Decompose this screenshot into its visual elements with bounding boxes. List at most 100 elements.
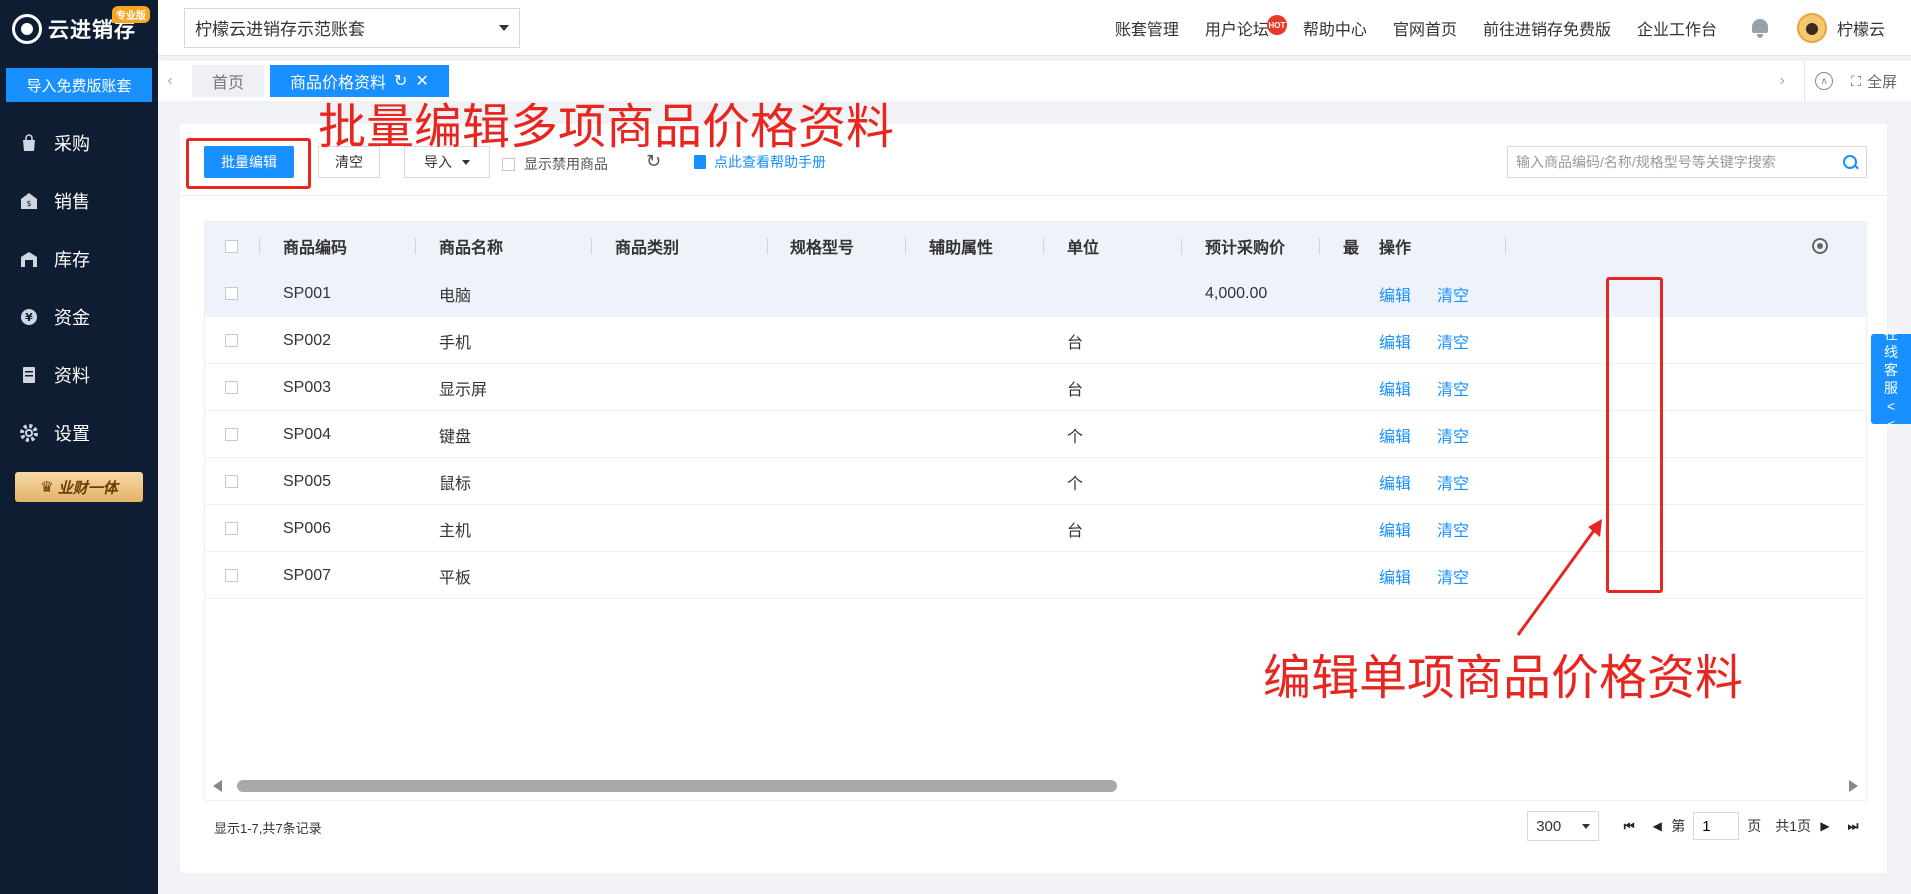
checkbox[interactable] bbox=[225, 239, 238, 253]
promo-banner[interactable]: ♛ 业财一体 bbox=[15, 472, 143, 502]
edit-link[interactable]: 编辑 bbox=[1379, 270, 1411, 317]
page-number-input[interactable] bbox=[1693, 812, 1740, 840]
clear-link[interactable]: 清空 bbox=[1437, 270, 1469, 317]
edit-link[interactable]: 编辑 bbox=[1379, 552, 1411, 599]
tabs-bar: ‹ 首页 商品价格资料 ↻ ✕ › ∧ ⛶ 全屏 bbox=[158, 61, 1911, 101]
link-user-forum-label: 用户论坛 bbox=[1204, 22, 1269, 39]
divider bbox=[415, 238, 416, 254]
online-service-tab[interactable]: 在线客服<< bbox=[1871, 326, 1911, 432]
sidebar-item-sales[interactable]: $ 销售 bbox=[0, 172, 158, 230]
caret-down-icon bbox=[462, 159, 470, 165]
header-name[interactable]: 商品名称 bbox=[439, 222, 503, 270]
clear-link[interactable]: 清空 bbox=[1437, 364, 1469, 411]
column-settings-gear-icon[interactable] bbox=[1812, 238, 1828, 254]
page-size-select[interactable]: 300 bbox=[1527, 811, 1600, 841]
header-unit[interactable]: 单位 bbox=[1067, 222, 1099, 270]
chevron-down-icon bbox=[1582, 824, 1591, 829]
next-page-icon[interactable]: ▶ bbox=[1817, 818, 1833, 834]
clear-link[interactable]: 清空 bbox=[1437, 317, 1469, 364]
help-manual-link[interactable]: 点此查看帮助手册 bbox=[694, 152, 826, 172]
row-checkbox[interactable] bbox=[225, 475, 238, 488]
link-enterprise-workbench[interactable]: 企业工作台 bbox=[1637, 16, 1717, 40]
search-icon[interactable] bbox=[1840, 152, 1860, 172]
sidebar-item-purchase[interactable]: 采购 bbox=[0, 114, 158, 172]
row-checkbox[interactable] bbox=[225, 569, 238, 582]
checkbox[interactable] bbox=[502, 157, 515, 171]
divider bbox=[1505, 238, 1506, 254]
refresh-icon[interactable]: ↻ bbox=[646, 151, 661, 172]
app-logo[interactable]: 云进销存 专业版 bbox=[0, 0, 158, 58]
link-help-center[interactable]: 帮助中心 bbox=[1303, 16, 1367, 40]
tabs-right-tools: › ∧ ⛶ 全屏 bbox=[1770, 61, 1911, 101]
header-spec[interactable]: 规格型号 bbox=[790, 222, 854, 270]
edit-link[interactable]: 编辑 bbox=[1379, 411, 1411, 458]
link-account-management[interactable]: 账套管理 bbox=[1115, 16, 1179, 40]
row-checkbox[interactable] bbox=[225, 334, 238, 347]
tab-scroll-right-icon[interactable]: › bbox=[1770, 61, 1794, 101]
cell-code: SP003 bbox=[283, 378, 332, 396]
import-free-account-button[interactable]: 导入免费版账套 bbox=[6, 68, 152, 102]
tab-product-price[interactable]: 商品价格资料 ↻ ✕ bbox=[270, 65, 449, 97]
clear-link[interactable]: 清空 bbox=[1437, 458, 1469, 505]
sidebar-item-funds[interactable]: ¥ 资金 bbox=[0, 288, 158, 346]
tab-scroll-left-icon[interactable]: ‹ bbox=[158, 61, 182, 101]
first-page-icon[interactable]: ⏮ bbox=[1621, 818, 1637, 834]
header-code[interactable]: 商品编码 bbox=[283, 222, 347, 270]
account-select-value: 柠檬云进销存示范账套 bbox=[195, 20, 365, 39]
tab-home[interactable]: 首页 bbox=[192, 65, 265, 97]
row-checkbox[interactable] bbox=[225, 428, 238, 441]
scrollbar-thumb[interactable] bbox=[237, 780, 1117, 792]
avatar[interactable] bbox=[1796, 13, 1827, 43]
cell-name: 平板 bbox=[439, 569, 472, 587]
header-est-purchase-price[interactable]: 预计采购价 bbox=[1205, 222, 1285, 270]
header-category[interactable]: 商品类别 bbox=[615, 222, 679, 270]
row-checkbox[interactable] bbox=[225, 287, 238, 300]
document-icon bbox=[18, 364, 40, 386]
edit-link[interactable]: 编辑 bbox=[1379, 364, 1411, 411]
last-page-icon[interactable]: ⏭ bbox=[1845, 818, 1861, 834]
scroll-right-icon[interactable] bbox=[1849, 780, 1858, 792]
import-label: 导入 bbox=[424, 154, 452, 170]
select-all-checkbox[interactable] bbox=[225, 222, 238, 270]
sidebar-item-label: 设置 bbox=[54, 424, 90, 444]
clear-link[interactable]: 清空 bbox=[1437, 411, 1469, 458]
divider bbox=[1043, 238, 1044, 254]
chevron-down-icon bbox=[499, 24, 509, 31]
header-truncated[interactable]: 最 bbox=[1343, 222, 1359, 270]
fullscreen-button[interactable]: ⛶ 全屏 bbox=[1851, 71, 1897, 92]
collapse-icon[interactable]: ∧ bbox=[1815, 72, 1834, 90]
edit-link[interactable]: 编辑 bbox=[1379, 458, 1411, 505]
fullscreen-label: 全屏 bbox=[1866, 73, 1897, 91]
link-free-version[interactable]: 前往进销存免费版 bbox=[1483, 16, 1611, 40]
account-select[interactable]: 柠檬云进销存示范账套 bbox=[184, 7, 520, 48]
cell-name: 主机 bbox=[439, 522, 472, 540]
close-icon[interactable]: ✕ bbox=[415, 71, 428, 91]
horizontal-scrollbar[interactable] bbox=[213, 778, 1858, 794]
annotation-arrow-icon bbox=[1516, 519, 1602, 636]
svg-text:¥: ¥ bbox=[25, 311, 33, 324]
row-checkbox[interactable] bbox=[225, 522, 238, 535]
row-checkbox[interactable] bbox=[225, 381, 238, 394]
fullscreen-icon: ⛶ bbox=[1851, 72, 1861, 89]
link-user-forum[interactable]: 用户论坛 HOT bbox=[1204, 15, 1287, 40]
crown-icon: ♛ bbox=[40, 479, 54, 496]
sidebar-item-inventory[interactable]: 库存 bbox=[0, 230, 158, 288]
clear-link[interactable]: 清空 bbox=[1437, 505, 1469, 552]
link-official-site[interactable]: 官网首页 bbox=[1393, 16, 1457, 40]
scroll-left-icon[interactable] bbox=[213, 780, 222, 792]
username[interactable]: 柠檬云 bbox=[1837, 16, 1885, 40]
sidebar-item-data[interactable]: 资料 bbox=[0, 346, 158, 404]
prev-page-icon[interactable]: ◀ bbox=[1649, 818, 1665, 834]
refresh-icon[interactable]: ↻ bbox=[394, 71, 407, 91]
sidebar: 云进销存 专业版 导入免费版账套 采购 $ 销售 库存 ¥ 资金 资料 设置 ♛… bbox=[0, 0, 158, 894]
cell-unit: 台 bbox=[1067, 381, 1084, 399]
header-aux-attr[interactable]: 辅助属性 bbox=[929, 222, 993, 270]
sidebar-item-settings[interactable]: 设置 bbox=[0, 404, 158, 462]
edit-link[interactable]: 编辑 bbox=[1379, 505, 1411, 552]
edit-link[interactable]: 编辑 bbox=[1379, 317, 1411, 364]
search-input[interactable] bbox=[1516, 154, 1840, 170]
bag-icon bbox=[18, 132, 40, 154]
show-disabled-checkbox[interactable]: 显示禁用商品 bbox=[502, 154, 608, 174]
bell-icon[interactable] bbox=[1749, 17, 1771, 39]
clear-link[interactable]: 清空 bbox=[1437, 552, 1469, 599]
